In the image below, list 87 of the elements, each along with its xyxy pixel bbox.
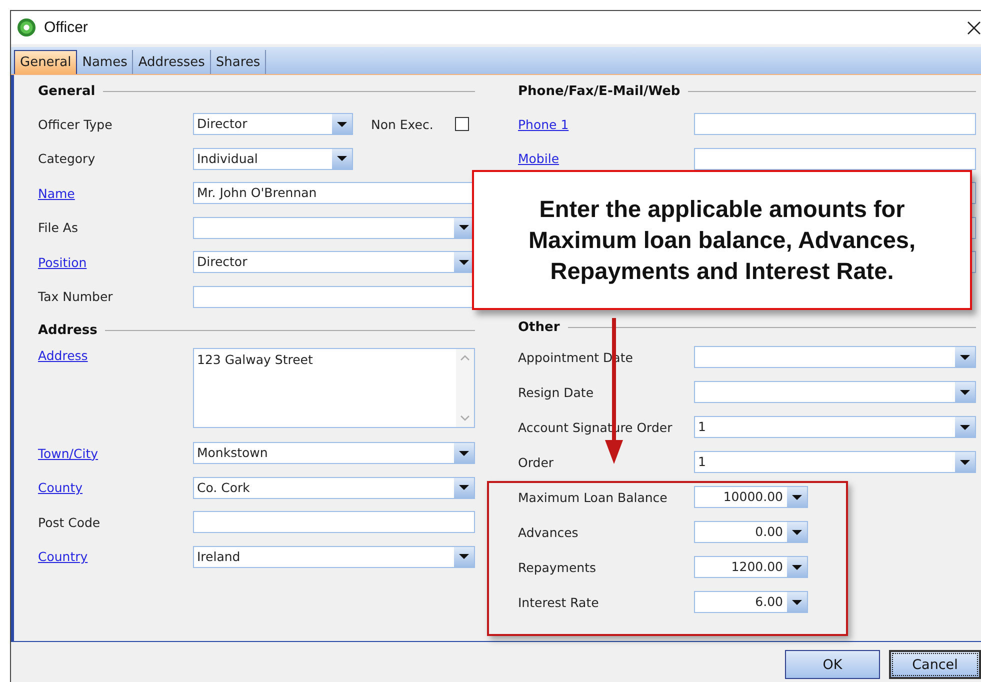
dialog-button[interactable]: OK	[785, 650, 880, 679]
field-link[interactable]: Name	[38, 186, 75, 201]
dropdown-field[interactable]: Director	[193, 113, 353, 136]
text-field[interactable]: Mr. John O'Brennan	[193, 182, 475, 204]
chevron-up-icon	[460, 355, 470, 361]
dropdown-field[interactable]: 1	[694, 451, 976, 473]
field-label: Order	[518, 454, 554, 470]
field-link[interactable]: Address	[38, 348, 88, 363]
dropdown-button[interactable]	[454, 478, 474, 498]
section-heading: Other	[518, 320, 560, 335]
field-label: Repayments	[518, 560, 596, 574]
caret-icon	[792, 494, 802, 500]
field-link[interactable]: Mobile	[518, 151, 560, 166]
caret-icon	[960, 390, 970, 394]
caret-icon	[960, 460, 970, 464]
amount-field[interactable]: 6.00	[694, 591, 808, 613]
field-label: File As	[38, 220, 78, 236]
dropdown-field[interactable]	[193, 216, 475, 239]
field-link[interactable]: County	[38, 480, 83, 496]
dropdown-field[interactable]: Individual	[193, 148, 353, 170]
tab[interactable]: Addresses	[133, 50, 211, 74]
text-field[interactable]	[694, 113, 976, 136]
dropdown-button[interactable]	[787, 592, 807, 612]
field-label: Advances	[518, 524, 578, 540]
tab[interactable]: General	[14, 50, 78, 74]
dropdown-button[interactable]	[787, 487, 807, 507]
dropdown-button[interactable]	[955, 452, 975, 472]
section-heading: General	[38, 84, 96, 98]
dropdown-button[interactable]	[454, 218, 474, 238]
caret-icon	[459, 485, 469, 490]
tab[interactable]: Shares	[210, 50, 266, 74]
dropdown-field[interactable]: Monkstown	[193, 442, 475, 464]
caret-icon	[792, 564, 802, 570]
address-textarea[interactable]: 123 Galway Street	[193, 348, 475, 428]
caret-icon	[337, 122, 347, 127]
amount-field[interactable]: 0.00	[694, 521, 808, 543]
field-link[interactable]: Position	[38, 254, 87, 270]
text-field[interactable]	[193, 286, 475, 308]
field-label: Tax Number	[38, 289, 113, 304]
dropdown-button[interactable]	[787, 522, 807, 542]
caret-icon	[459, 450, 469, 456]
dropdown-field[interactable]: Director	[193, 251, 475, 274]
text-field[interactable]	[694, 148, 976, 170]
caret-icon	[960, 424, 970, 430]
dropdown-field[interactable]: Co. Cork	[193, 476, 475, 499]
dropdown-field[interactable]: 1	[694, 416, 976, 438]
text-field[interactable]	[193, 511, 475, 534]
field-label: Post Code	[38, 514, 100, 530]
dropdown-button[interactable]	[955, 382, 975, 402]
annotation-tooltip: Enter the applicable amounts for Maximum loan balance, Advances, Repayments and Interest Rate.	[472, 170, 972, 310]
field-label: Category	[38, 151, 96, 166]
section-heading: Phone/Fax/E-Mail/Web	[518, 84, 680, 98]
field-link[interactable]: Country	[38, 549, 88, 564]
chevron-down-icon	[460, 415, 470, 421]
dialog-button[interactable]: Cancel	[889, 650, 981, 679]
checkbox[interactable]	[455, 117, 470, 132]
scrollbar[interactable]	[456, 349, 474, 427]
field-link[interactable]: Town/City	[38, 446, 98, 461]
dropdown-field[interactable]: Ireland	[193, 546, 475, 568]
amount-field[interactable]: 1200.00	[694, 556, 808, 578]
caret-icon	[960, 354, 970, 360]
caret-icon	[337, 156, 347, 162]
dropdown-button[interactable]	[332, 114, 352, 134]
dropdown-field[interactable]	[694, 346, 976, 368]
dropdown-button[interactable]	[955, 347, 975, 367]
caret-icon	[792, 530, 802, 534]
app-logo-icon	[17, 18, 36, 37]
amount-field[interactable]: 10000.00	[694, 486, 808, 508]
field-label: Maximum Loan Balance	[518, 490, 668, 504]
field-label: Officer Type	[38, 116, 112, 132]
field-label: Resign Date	[518, 384, 594, 400]
field-link[interactable]: Phone 1	[518, 116, 569, 132]
dropdown-button[interactable]	[955, 417, 975, 437]
dropdown-button[interactable]	[454, 546, 474, 567]
dropdown-field[interactable]	[694, 381, 976, 403]
caret-icon	[792, 600, 802, 604]
close-icon[interactable]	[967, 20, 981, 34]
checkbox-label: Non Exec.	[371, 116, 434, 132]
field-label: Interest Rate	[518, 594, 599, 610]
caret-icon	[459, 554, 469, 560]
window-title: Officer	[44, 19, 88, 36]
dropdown-button[interactable]	[454, 443, 474, 464]
dropdown-button[interactable]	[332, 148, 352, 169]
tab[interactable]: Names	[77, 50, 134, 74]
dropdown-button[interactable]	[454, 252, 474, 272]
section-heading: Address	[38, 322, 98, 338]
dropdown-button[interactable]	[787, 557, 807, 577]
